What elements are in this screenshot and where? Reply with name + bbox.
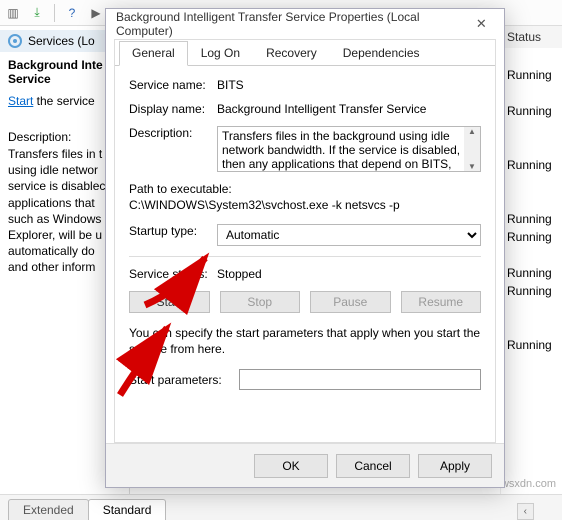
separator bbox=[54, 4, 55, 22]
status-header: Status bbox=[501, 26, 562, 48]
status-cell bbox=[501, 138, 562, 156]
status-cell: Running bbox=[501, 282, 562, 300]
scroll-down-icon: ▼ bbox=[468, 162, 476, 171]
status-cell: Running bbox=[501, 336, 562, 354]
services-icon bbox=[8, 34, 22, 48]
control-buttons: Start Stop Pause Resume bbox=[129, 291, 481, 313]
play-icon[interactable]: ▶ bbox=[87, 4, 105, 22]
cancel-button[interactable]: Cancel bbox=[336, 454, 410, 478]
services-header-text: Services (Lo bbox=[28, 34, 95, 48]
start-params-label: Start parameters: bbox=[129, 373, 239, 387]
path-value: C:\WINDOWS\System32\svchost.exe -k netsv… bbox=[129, 198, 481, 212]
start-button[interactable]: Start bbox=[129, 291, 210, 313]
description-label: Description: bbox=[129, 126, 217, 140]
startup-type-label: Startup type: bbox=[129, 224, 217, 238]
ok-button[interactable]: OK bbox=[254, 454, 328, 478]
bottom-tabs: Extended Standard ‹ bbox=[0, 494, 562, 520]
dialog-footer: OK Cancel Apply bbox=[106, 443, 504, 487]
status-column: Status RunningRunningRunningRunningRunni… bbox=[500, 26, 562, 494]
tab-recovery[interactable]: Recovery bbox=[253, 41, 330, 66]
apply-button[interactable]: Apply bbox=[418, 454, 492, 478]
service-status-label: Service status: bbox=[129, 267, 217, 281]
resume-button: Resume bbox=[401, 291, 482, 313]
status-cell: Running bbox=[501, 102, 562, 120]
status-cell: Running bbox=[501, 210, 562, 228]
watermark: wsxdn.com bbox=[501, 478, 556, 490]
service-status-value: Stopped bbox=[217, 267, 262, 281]
dialog-tabs: General Log On Recovery Dependencies bbox=[115, 40, 495, 66]
path-label: Path to executable: bbox=[129, 182, 481, 196]
tab-logon[interactable]: Log On bbox=[188, 41, 253, 66]
status-cell bbox=[501, 246, 562, 264]
startup-type-select[interactable]: Automatic bbox=[217, 224, 481, 246]
start-params-hint: You can specify the start parameters tha… bbox=[129, 325, 481, 357]
service-name-label: Service name: bbox=[129, 78, 217, 92]
stop-button: Stop bbox=[220, 291, 301, 313]
dialog-titlebar: Background Intelligent Transfer Service … bbox=[106, 9, 504, 39]
status-cell bbox=[501, 48, 562, 66]
status-cell: Running bbox=[501, 264, 562, 282]
tab-extended[interactable]: Extended bbox=[8, 499, 89, 520]
status-cell bbox=[501, 318, 562, 336]
service-properties-dialog: Background Intelligent Transfer Service … bbox=[105, 8, 505, 488]
description-textarea[interactable]: Transfers files in the background using … bbox=[217, 126, 481, 172]
service-name-value: BITS bbox=[217, 78, 244, 92]
status-cell bbox=[501, 120, 562, 138]
divider bbox=[129, 256, 481, 257]
status-cell: Running bbox=[501, 156, 562, 174]
tab-dependencies[interactable]: Dependencies bbox=[330, 41, 433, 66]
tab-general-content: Service name: BITS Display name: Backgro… bbox=[115, 66, 495, 402]
status-cell bbox=[501, 300, 562, 318]
export-icon[interactable]: ⤓ bbox=[28, 4, 46, 22]
help-icon[interactable]: ? bbox=[63, 4, 81, 22]
status-cell: Running bbox=[501, 66, 562, 84]
status-cell bbox=[501, 84, 562, 102]
status-cell bbox=[501, 192, 562, 210]
display-name-value: Background Intelligent Transfer Service bbox=[217, 102, 426, 116]
start-params-input[interactable] bbox=[239, 369, 481, 390]
status-cell: Running bbox=[501, 228, 562, 246]
scrollbar[interactable]: ▲▼ bbox=[464, 127, 480, 171]
start-service-link[interactable]: Start bbox=[8, 94, 33, 108]
tab-general[interactable]: General bbox=[119, 41, 188, 66]
tab-standard[interactable]: Standard bbox=[88, 499, 167, 520]
status-cell bbox=[501, 174, 562, 192]
close-icon[interactable]: ✕ bbox=[469, 16, 494, 32]
scroll-up-icon: ▲ bbox=[468, 127, 476, 136]
file-icon[interactable]: ▥ bbox=[4, 4, 22, 22]
pause-button: Pause bbox=[310, 291, 391, 313]
scroll-left-icon[interactable]: ‹ bbox=[517, 503, 534, 520]
display-name-label: Display name: bbox=[129, 102, 217, 116]
dialog-title: Background Intelligent Transfer Service … bbox=[116, 10, 469, 38]
